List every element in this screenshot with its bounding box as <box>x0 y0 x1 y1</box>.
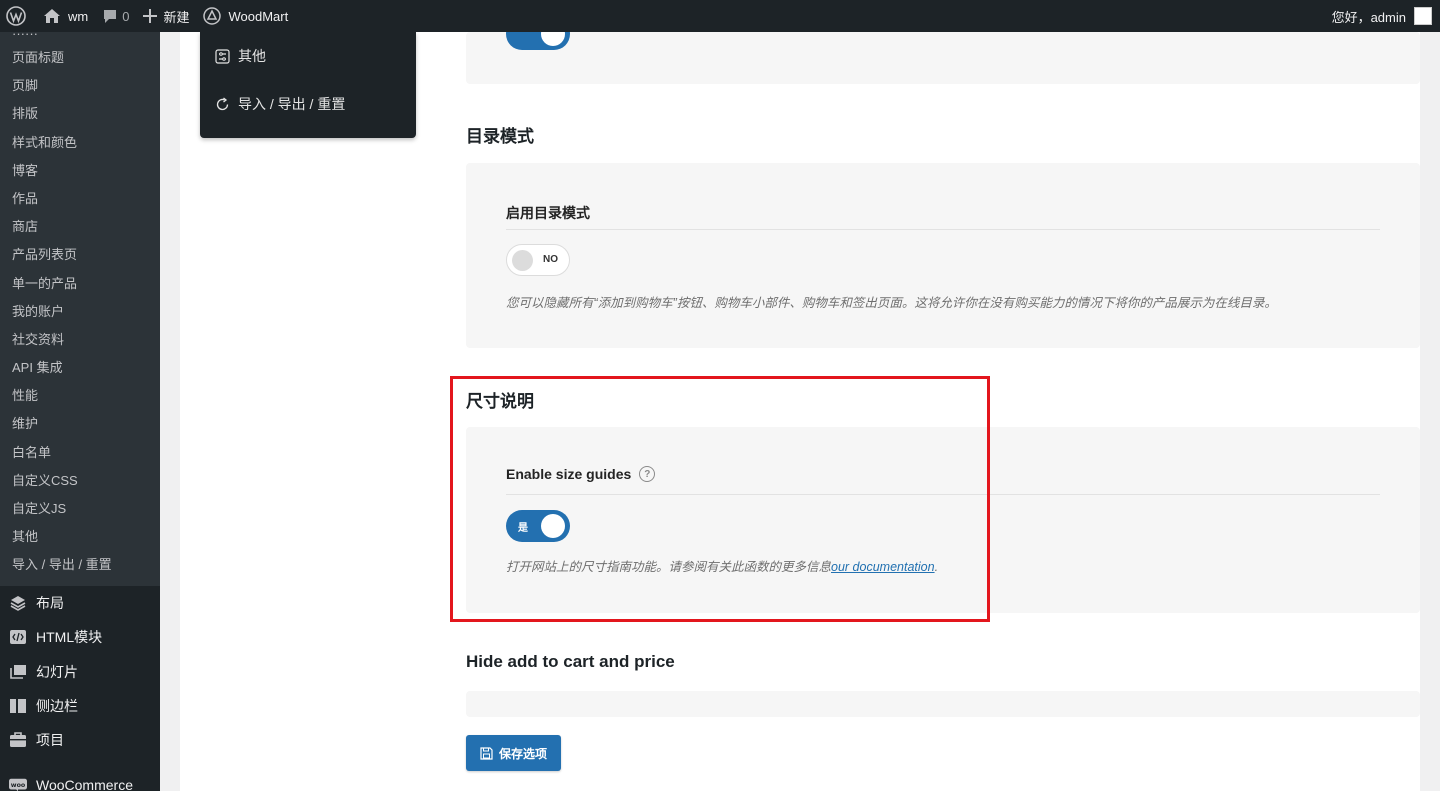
code-block-icon <box>9 628 27 646</box>
toggle-label: NO <box>543 254 558 265</box>
menu-item-woocommerce[interactable]: woo WooCommerce <box>0 768 160 791</box>
sliders-icon <box>215 48 230 64</box>
submenu-item[interactable]: 自定义CSS <box>0 467 160 495</box>
account-menu[interactable]: 您好，admin <box>1332 7 1440 26</box>
submenu-item[interactable]: 自定义JS <box>0 495 160 523</box>
nav-item-misc[interactable]: 其他 <box>200 32 416 80</box>
toggle-knob <box>512 250 533 271</box>
submenu-item[interactable]: 产品列表页 <box>0 241 160 269</box>
hide-cart-box <box>466 691 1420 717</box>
menu-label: 侧边栏 <box>36 697 78 714</box>
sidebar-icon <box>9 697 27 715</box>
theme-settings-submenu: ······ 页面标题 页脚 排版 样式和颜色 博客 作品 商店 产品列表页 单… <box>0 32 160 586</box>
site-name: wm <box>68 8 89 24</box>
admin-bar: wm 0 新建 WoodMart 您好，admin <box>0 0 1440 32</box>
comments-count: 0 <box>122 8 130 24</box>
submenu-item[interactable]: 页脚 <box>0 72 160 100</box>
menu-item-slides[interactable]: 幻灯片 <box>0 654 160 688</box>
submenu-item[interactable]: 导入 / 导出 / 重置 <box>0 551 160 579</box>
nav-item-import-export[interactable]: 导入 / 导出 / 重置 <box>200 80 416 128</box>
comments-link[interactable]: 0 <box>95 0 136 32</box>
content-area: 其他 导入 / 导出 / 重置 目录模式 启用目录模式 NO 您可以隐藏所有“添… <box>160 32 1440 791</box>
plus-icon <box>143 9 158 23</box>
top-menu: 布局 HTML模块 幻灯片 侧边栏 项目 woo WooCommerce <box>0 586 160 791</box>
submenu-item[interactable]: 博客 <box>0 157 160 185</box>
menu-item-html-blocks[interactable]: HTML模块 <box>0 620 160 654</box>
layers-icon <box>9 594 27 612</box>
catalog-mode-title: 目录模式 <box>466 127 534 146</box>
menu-label: 幻灯片 <box>36 663 78 680</box>
submenu-item[interactable]: 商店 <box>0 213 160 241</box>
previous-toggle[interactable] <box>506 32 570 50</box>
submenu-item[interactable]: 维护 <box>0 410 160 438</box>
wordpress-icon <box>6 6 26 26</box>
menu-label: WooCommerce <box>36 776 133 791</box>
save-label: 保存选项 <box>498 746 547 761</box>
catalog-mode-box: 启用目录模式 NO 您可以隐藏所有“添加到购物车”按钮、购物车小部件、购物车和签… <box>466 163 1420 348</box>
new-label: 新建 <box>163 9 190 25</box>
submenu-item[interactable]: API 集成 <box>0 354 160 382</box>
menu-item-projects[interactable]: 项目 <box>0 723 160 757</box>
site-name-link[interactable]: wm <box>36 0 95 32</box>
previous-section-box <box>466 32 1420 84</box>
menu-label: 项目 <box>36 732 64 749</box>
slides-icon <box>9 663 27 681</box>
comment-icon <box>104 9 117 23</box>
menu-item-sidebars[interactable]: 侧边栏 <box>0 689 160 723</box>
admin-menu: ······ 页面标题 页脚 排版 样式和颜色 博客 作品 商店 产品列表页 单… <box>0 32 160 791</box>
new-content-link[interactable]: 新建 <box>136 0 196 32</box>
nav-label: 导入 / 导出 / 重置 <box>238 96 346 112</box>
refresh-icon <box>216 96 229 110</box>
submenu-item[interactable]: 单一的产品 <box>0 270 160 298</box>
theme-label: WoodMart <box>228 8 289 24</box>
woodmart-theme-link[interactable]: WoodMart <box>196 0 295 32</box>
woodmart-icon <box>203 7 222 25</box>
wordpress-logo-button[interactable] <box>0 0 36 32</box>
catalog-mode-toggle[interactable]: NO <box>506 244 570 276</box>
submenu-item[interactable]: 社交资料 <box>0 326 160 354</box>
save-options-button[interactable]: 保存选项 <box>466 735 561 771</box>
submenu-item[interactable]: 其他 <box>0 523 160 551</box>
menu-item-layouts[interactable]: 布局 <box>0 586 160 620</box>
catalog-mode-field-label: 启用目录模式 <box>506 205 590 221</box>
catalog-mode-hint: 您可以隐藏所有“添加到购物车”按钮、购物车小部件、购物车和签出页面。这将允许你在… <box>506 296 1277 310</box>
briefcase-icon <box>9 731 27 749</box>
greeting: 您好，admin <box>1331 9 1406 25</box>
theme-options-nav: 其他 导入 / 导出 / 重置 <box>200 32 416 138</box>
submenu-item[interactable]: 白名单 <box>0 439 160 467</box>
menu-label: 布局 <box>36 594 64 611</box>
submenu-item[interactable]: 样式和颜色 <box>0 129 160 157</box>
highlight-annotation <box>450 376 990 622</box>
avatar <box>1414 7 1432 25</box>
nav-label: 其他 <box>238 48 266 64</box>
submenu-item-cut: ······ <box>12 32 38 41</box>
catalog-mode-field-title: 启用目录模式 <box>506 203 590 223</box>
submenu-item[interactable]: 我的账户 <box>0 298 160 326</box>
woo-icon: woo <box>9 776 27 791</box>
submenu-item[interactable]: 页面标题 <box>0 44 160 72</box>
theme-options-panel: 其他 导入 / 导出 / 重置 目录模式 启用目录模式 NO 您可以隐藏所有“添… <box>180 32 1420 791</box>
hide-cart-title: Hide add to cart and price <box>466 652 675 671</box>
submenu-item[interactable]: 排版 <box>0 100 160 128</box>
home-icon <box>44 9 60 23</box>
svg-text:woo: woo <box>11 782 26 789</box>
submenu-item[interactable]: 作品 <box>0 185 160 213</box>
divider <box>506 229 1380 230</box>
submenu-item[interactable]: 性能 <box>0 382 160 410</box>
floppy-icon <box>480 746 493 760</box>
menu-label: HTML模块 <box>36 629 103 646</box>
